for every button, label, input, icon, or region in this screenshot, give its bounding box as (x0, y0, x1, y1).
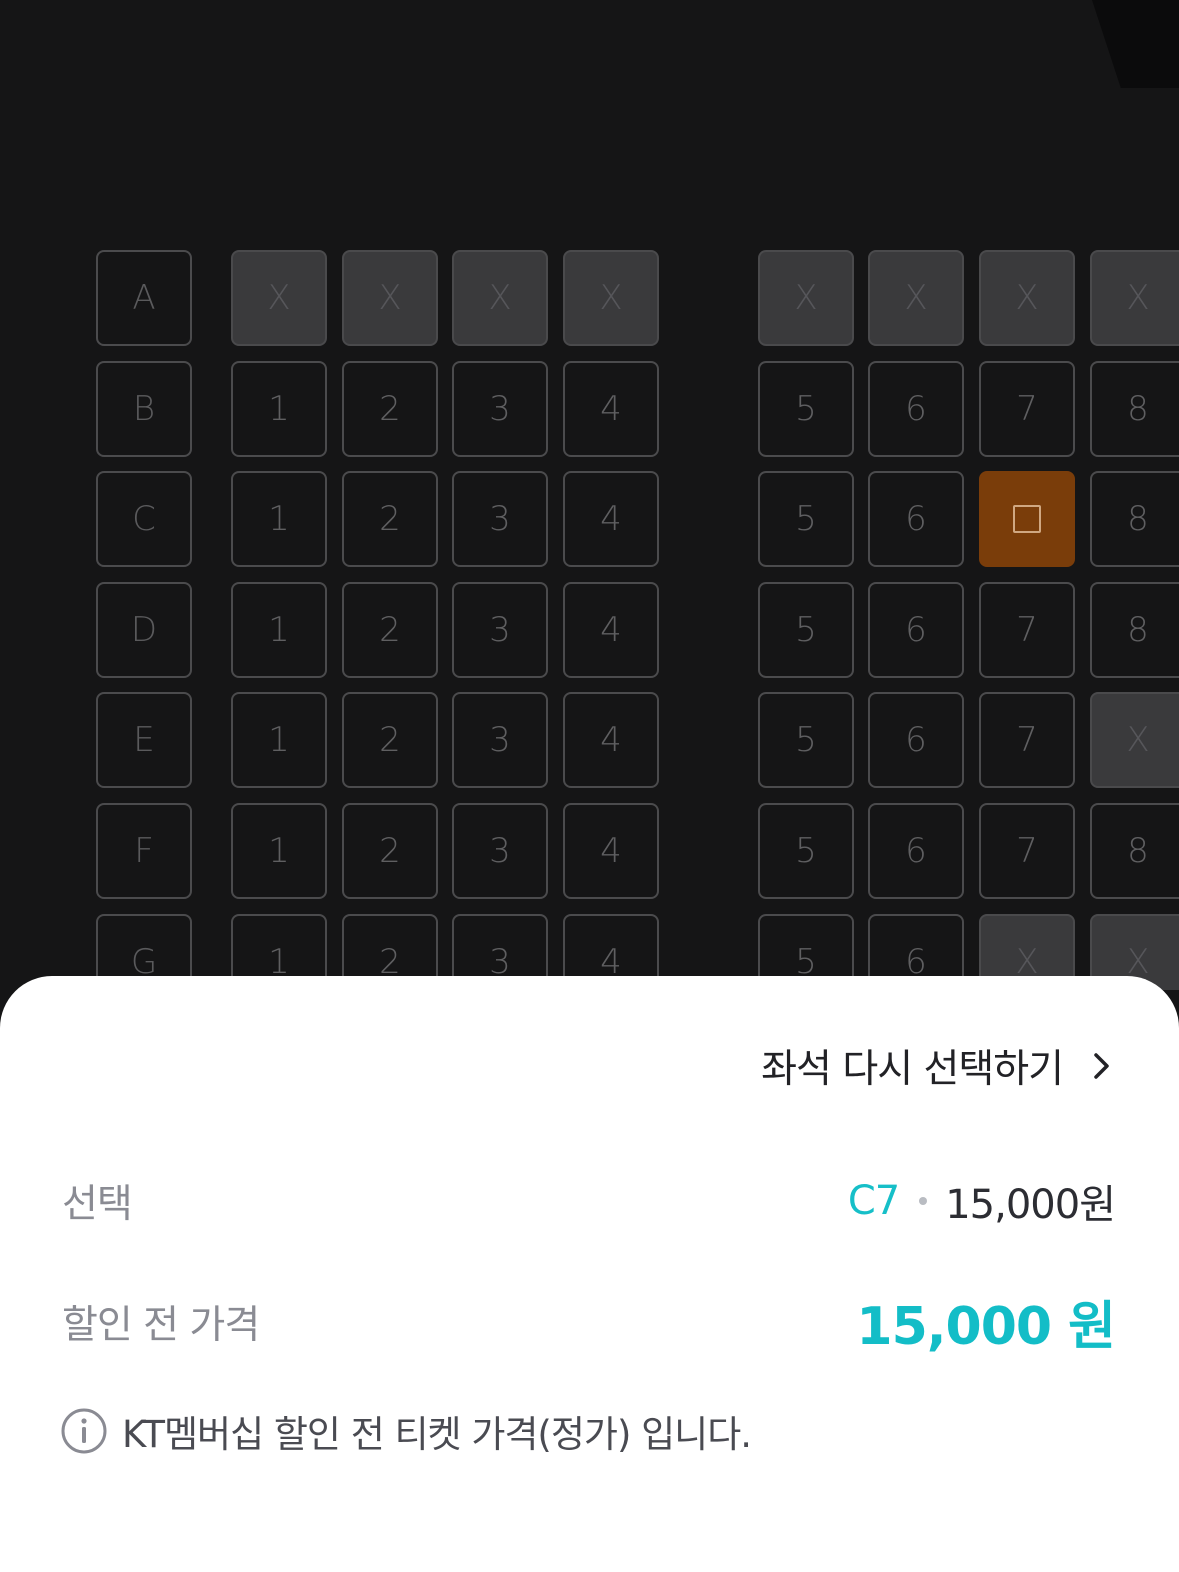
seat[interactable]: 3 (452, 582, 548, 678)
seat[interactable]: 5 (758, 361, 854, 457)
seat-unavailable: X (1090, 692, 1179, 788)
seat[interactable]: 3 (452, 471, 548, 567)
seat[interactable]: 1 (231, 361, 327, 457)
seat[interactable]: 6 (868, 803, 964, 899)
seat[interactable]: 2 (342, 582, 438, 678)
notice-text: KT멤버십 할인 전 티켓 가격(정가) 입니다. (122, 1413, 752, 1456)
seat[interactable]: 4 (563, 471, 659, 567)
row-label: A (96, 250, 192, 346)
separator-dot (919, 1197, 928, 1205)
pre-discount-label: 할인 전 가격 (62, 1302, 260, 1348)
seat-unavailable: X (979, 250, 1075, 346)
seat-unavailable: X (231, 250, 327, 346)
seat-row-c: C1234 56 8 (0, 471, 1179, 567)
price-notice: KT멤버십 할인 전 티켓 가격(정가) 입니다. (60, 1404, 752, 1458)
seat[interactable]: 4 (563, 803, 659, 899)
seat-unavailable: X (452, 250, 548, 346)
seat-selected[interactable] (979, 471, 1075, 567)
seat-map: AXXXXXXXXB12345678C1234568D12345678E1234… (0, 0, 1179, 990)
seat[interactable]: 1 (231, 471, 327, 567)
row-label: B (96, 361, 192, 457)
seat[interactable]: 4 (563, 582, 659, 678)
seat-row-e: E1234 567X (0, 692, 1179, 788)
selection-label: 선택 (62, 1182, 133, 1227)
seat[interactable]: 4 (563, 361, 659, 457)
seat[interactable]: 5 (758, 803, 854, 899)
seat[interactable]: 2 (342, 803, 438, 899)
selected-seat-code: C7 (847, 1178, 900, 1224)
seat-unavailable: X (868, 250, 964, 346)
row-label: C (96, 471, 192, 567)
seat-unavailable: X (758, 250, 854, 346)
selection-row: 선택 C7 15,000원 (62, 1172, 1116, 1230)
seat[interactable]: 6 (868, 582, 964, 678)
seat-row-b: B1234 5678 (0, 361, 1179, 457)
pre-discount-total: 15,000 원 (856, 1297, 1116, 1357)
row-label: D (96, 582, 192, 678)
seat[interactable]: 5 (758, 692, 854, 788)
reselect-seats-label: 좌석 다시 선택하기 (761, 1047, 1064, 1092)
seat[interactable]: 8 (1090, 361, 1179, 457)
seat[interactable]: 2 (342, 471, 438, 567)
seat[interactable]: 1 (231, 582, 327, 678)
seat[interactable]: 3 (452, 803, 548, 899)
seat[interactable]: 5 (758, 471, 854, 567)
seat[interactable]: 3 (452, 692, 548, 788)
pre-discount-row: 할인 전 가격 15,000 원 (62, 1284, 1116, 1359)
seat-unavailable: X (563, 250, 659, 346)
seat[interactable]: 4 (563, 692, 659, 788)
selected-seat-price: 15,000원 (945, 1182, 1116, 1228)
seat[interactable]: 6 (868, 471, 964, 567)
row-label: F (96, 803, 192, 899)
seat[interactable]: 8 (1090, 582, 1179, 678)
seat-unavailable: X (342, 250, 438, 346)
seat[interactable]: 8 (1090, 803, 1179, 899)
chevron-right-icon (1085, 1049, 1119, 1083)
seat-row-d: D1234 5678 (0, 582, 1179, 678)
seat[interactable]: 2 (342, 692, 438, 788)
seat-row-f: F1234 5678 (0, 803, 1179, 899)
seat[interactable]: 1 (231, 803, 327, 899)
reselect-seats-button[interactable]: 좌석 다시 선택하기 (761, 1038, 1119, 1094)
row-label: E (96, 692, 192, 788)
seat[interactable]: 7 (979, 692, 1075, 788)
seat[interactable]: 3 (452, 361, 548, 457)
seat[interactable]: 6 (868, 692, 964, 788)
seat[interactable]: 6 (868, 361, 964, 457)
seat-unavailable: X (1090, 250, 1179, 346)
seat-row-a: AXXXXXXXX (0, 250, 1179, 346)
bottom-sheet: 좌석 다시 선택하기 선택 C7 15,000원 할인 전 가격 15,000 … (0, 976, 1179, 1572)
selection-summary: C7 15,000원 (847, 1172, 1116, 1230)
seat[interactable]: 7 (979, 803, 1075, 899)
seat[interactable]: 7 (979, 361, 1075, 457)
seat[interactable]: 8 (1090, 471, 1179, 567)
seat[interactable]: 1 (231, 692, 327, 788)
seat[interactable]: 7 (979, 582, 1075, 678)
info-circle-icon (60, 1407, 108, 1455)
seat[interactable]: 5 (758, 582, 854, 678)
square-icon (1013, 505, 1041, 533)
seat[interactable]: 2 (342, 361, 438, 457)
